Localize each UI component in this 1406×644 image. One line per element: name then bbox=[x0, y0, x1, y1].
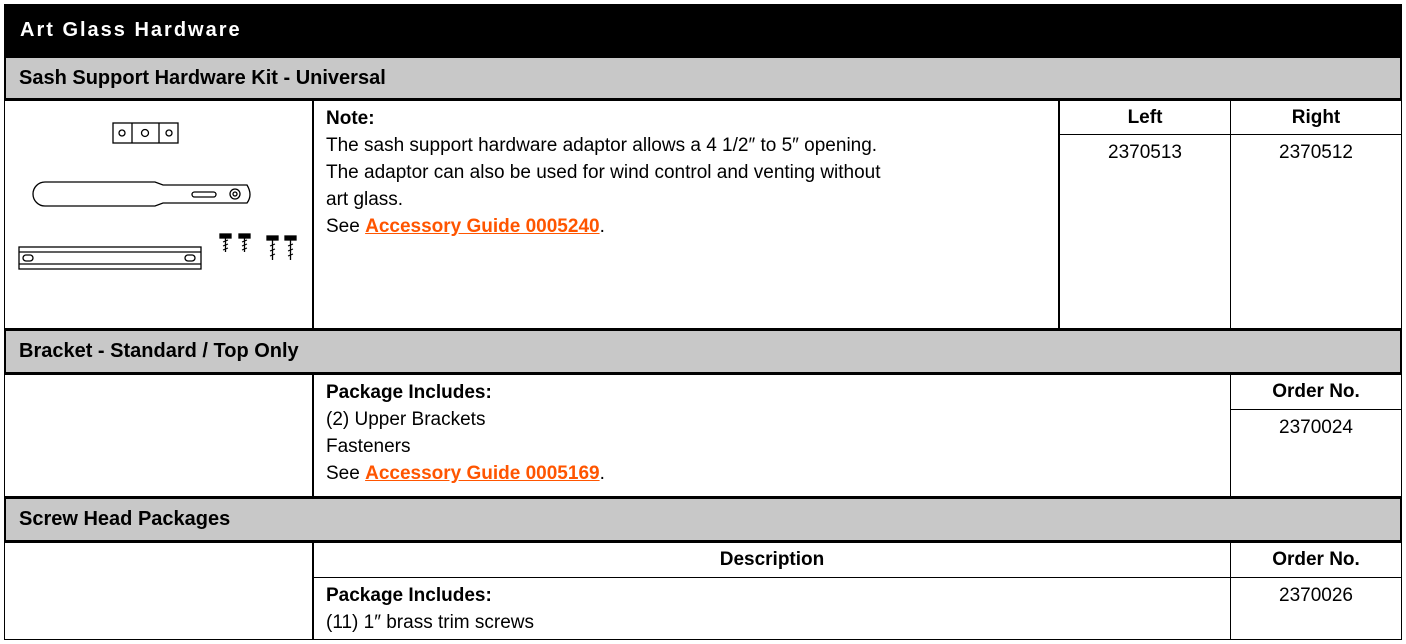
bracket-image-cell bbox=[4, 374, 313, 497]
accessory-guide-link[interactable]: Accessory Guide 0005240 bbox=[365, 216, 600, 237]
package-item: Fasteners bbox=[326, 436, 411, 457]
order-number-header: Order No. bbox=[1230, 542, 1402, 578]
sash-note-label: Note: bbox=[326, 108, 375, 129]
see-suffix: . bbox=[599, 216, 605, 237]
package-includes-label: Package Includes: bbox=[326, 585, 492, 606]
bracket-section-heading: Bracket - Standard / Top Only bbox=[4, 329, 1402, 374]
right-column-header: Right bbox=[1230, 100, 1402, 135]
sash-hardware-illustration bbox=[18, 122, 297, 270]
right-order-number: 2370512 bbox=[1230, 134, 1402, 329]
left-order-number: 2370513 bbox=[1059, 134, 1231, 329]
package-item: (11) 1″ brass trim screws bbox=[326, 612, 535, 633]
left-column-header: Left bbox=[1059, 100, 1231, 135]
bracket-see-guide: See Accessory Guide 0005169. bbox=[326, 460, 1230, 487]
screw-includes-cell: Package Includes: (11) 1″ brass trim scr… bbox=[313, 577, 1231, 640]
sash-section-heading: Sash Support Hardware Kit - Universal bbox=[4, 56, 1402, 100]
see-prefix: See bbox=[326, 463, 366, 484]
sash-note-line: The sash support hardware adaptor allows… bbox=[326, 135, 878, 156]
sash-hardware-image-cell bbox=[4, 100, 313, 329]
package-includes-label: Package Includes: bbox=[326, 382, 492, 403]
bracket-order-number: 2370024 bbox=[1230, 409, 1402, 497]
bracket-includes-cell: Package Includes: (2) Upper Brackets Fas… bbox=[313, 374, 1231, 497]
accessory-guide-link[interactable]: Accessory Guide 0005169 bbox=[365, 463, 600, 484]
sash-note-line: art glass. bbox=[326, 189, 404, 210]
screw-section-heading: Screw Head Packages bbox=[4, 497, 1402, 542]
package-item: (2) Upper Brackets bbox=[326, 409, 486, 430]
screw-order-number: 2370026 bbox=[1230, 577, 1402, 640]
sash-note-cell: Note: The sash support hardware adaptor … bbox=[313, 100, 1059, 329]
screw-image-cell bbox=[4, 542, 313, 640]
see-suffix: . bbox=[599, 463, 605, 484]
page-title: Art Glass Hardware bbox=[4, 4, 1402, 56]
see-prefix: See bbox=[326, 216, 366, 237]
sash-see-guide: See Accessory Guide 0005240. bbox=[326, 213, 1058, 240]
description-header: Description bbox=[313, 542, 1231, 578]
sash-note-line: The adaptor can also be used for wind co… bbox=[326, 162, 881, 183]
page: Art Glass Hardware Sash Support Hardware… bbox=[4, 4, 1402, 640]
order-number-header: Order No. bbox=[1230, 374, 1402, 410]
